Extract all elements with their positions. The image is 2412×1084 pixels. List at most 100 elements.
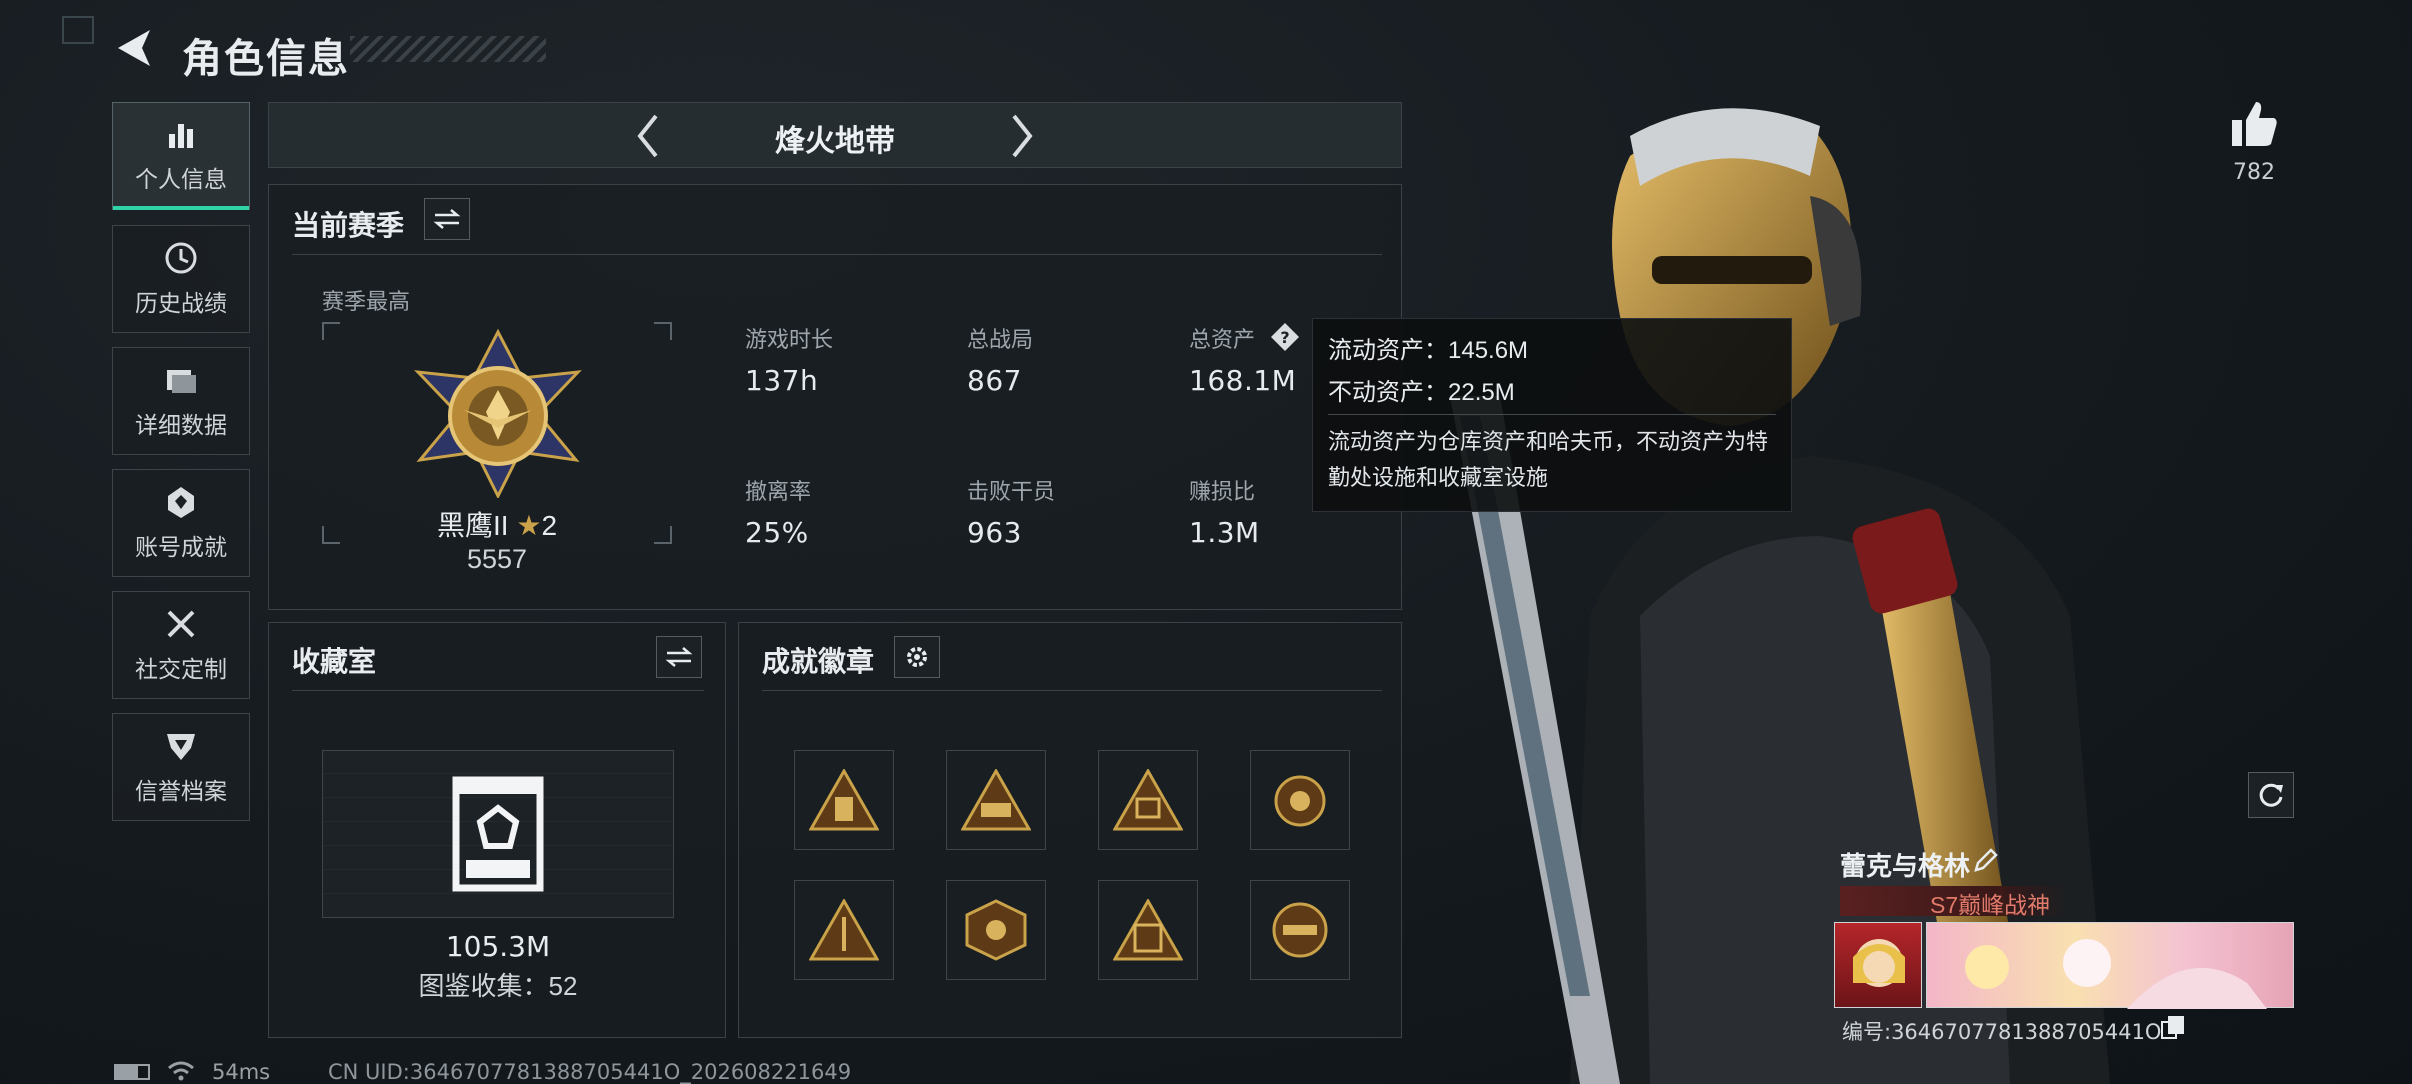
sidebar-item-label: 个人信息 <box>135 166 227 192</box>
badge-icon <box>965 899 1027 961</box>
stat-value-matches: 867 <box>967 364 1022 397</box>
swap-icon <box>665 647 693 667</box>
rank-name: 黑鹰II <box>436 510 509 541</box>
collection-value: 105.3M <box>445 930 551 963</box>
collection-switch-button[interactable] <box>656 636 702 678</box>
achievement-badge[interactable] <box>794 880 894 980</box>
uid-text: CN UID:3646707781388705441O_202608221649 <box>328 1060 852 1084</box>
reputation-icon <box>167 734 195 760</box>
ping-text: 54ms <box>212 1060 271 1084</box>
sidebar-item-label: 详细数据 <box>135 412 227 438</box>
badges-title: 成就徽章 <box>762 646 875 677</box>
season-switch-button[interactable] <box>424 198 470 240</box>
badge-icon <box>1272 902 1328 958</box>
star-icon: ★ <box>516 510 542 541</box>
rank-points: 5557 <box>466 544 528 574</box>
edit-name-button[interactable] <box>1972 846 2000 874</box>
mode-prev-button[interactable] <box>628 108 668 164</box>
bar-chart-icon <box>169 124 193 148</box>
sidebar-item-personal-info[interactable]: 个人信息 <box>112 102 250 210</box>
achievement-badge[interactable] <box>1250 880 1350 980</box>
achievement-badge[interactable] <box>1250 750 1350 850</box>
assets-help-button[interactable]: ? <box>1270 322 1300 352</box>
achievement-badge[interactable] <box>946 750 1046 850</box>
tooltip-divider <box>1328 414 1776 415</box>
badge-icon <box>1274 775 1326 827</box>
sidebar-item-reputation[interactable]: 信誉档案 <box>112 713 250 821</box>
stat-label-profit-ratio: 赚损比 <box>1189 479 1256 504</box>
tooltip-fixed: 不动资产：22.5M <box>1328 379 1515 406</box>
achievement-badge[interactable] <box>1098 880 1198 980</box>
season-title: 当前赛季 <box>292 210 405 241</box>
title-stripes <box>350 36 546 62</box>
corner-marker <box>62 16 94 44</box>
tooltip-description: 流动资产为仓库资产和哈夫币，不动资产为特勤处设施和收藏室设施 <box>1328 429 1769 490</box>
mode-next-button[interactable] <box>1002 108 1042 164</box>
sidebar-item-label: 信誉档案 <box>135 778 227 804</box>
rank-emblem <box>406 328 590 500</box>
help-icon: ? <box>1271 323 1299 351</box>
sidebar-item-label: 社交定制 <box>135 656 227 682</box>
badge-icon <box>809 769 879 831</box>
achievement-badge[interactable] <box>1098 750 1198 850</box>
sidebar-item-detailed-data[interactable]: 详细数据 <box>112 347 250 455</box>
stat-value-kills: 963 <box>967 516 1022 549</box>
sidebar-item-achievements[interactable]: 账号成就 <box>112 469 250 577</box>
sidebar-item-history[interactable]: 历史战绩 <box>112 225 250 333</box>
pencil-icon <box>1974 848 1998 872</box>
player-avatar[interactable] <box>1834 922 1922 1008</box>
badge-icon <box>809 899 879 961</box>
frame-corner <box>654 322 672 340</box>
badge-icon <box>1113 769 1183 831</box>
refresh-button[interactable] <box>2248 772 2294 818</box>
clock-history-icon <box>165 242 197 274</box>
refresh-icon <box>2259 783 2283 807</box>
player-id: 编号:3646707781388705441O <box>1842 1016 2161 1046</box>
folder-icon <box>167 370 196 393</box>
stat-value-extract-rate: 25% <box>745 516 809 549</box>
collection-count: 图鉴收集：52 <box>418 971 578 1001</box>
frame-corner <box>322 322 340 340</box>
like-count: 782 <box>2233 160 2275 185</box>
stat-label-playtime: 游戏时长 <box>745 327 834 352</box>
divider <box>292 254 1382 255</box>
tools-icon <box>167 610 195 638</box>
achievement-badge[interactable] <box>946 880 1046 980</box>
like-button[interactable] <box>2228 98 2280 150</box>
sidebar-item-label: 账号成就 <box>135 534 227 560</box>
copy-icon <box>2161 1016 2184 1039</box>
badges-settings-button[interactable] <box>894 636 940 678</box>
collection-room-icon <box>452 776 544 892</box>
stat-label-extract-rate: 撤离率 <box>745 479 812 504</box>
chevron-left-icon <box>637 114 658 158</box>
mode-label: 烽火地带 <box>775 125 895 158</box>
collection-title: 收藏室 <box>292 646 377 677</box>
stat-label-total-assets: 总资产 <box>1189 327 1256 352</box>
player-id-text: 编号:3646707781388705441O <box>1842 1020 2162 1044</box>
page-title: 角色信息 <box>182 37 350 81</box>
tooltip-liquid: 流动资产：145.6M <box>1328 337 1529 364</box>
achievement-badge[interactable] <box>794 750 894 850</box>
player-banner[interactable] <box>1926 922 2294 1009</box>
stat-label-kills: 击败干员 <box>967 479 1056 504</box>
chevron-right-icon <box>1012 114 1033 158</box>
copy-id-button[interactable] <box>2160 1014 2186 1040</box>
back-arrow-icon <box>118 30 150 66</box>
back-button[interactable] <box>112 24 156 72</box>
stat-label-matches: 总战局 <box>967 327 1034 352</box>
battery-icon <box>114 1064 150 1080</box>
rank-name-row: 黑鹰II ★2 <box>322 504 672 544</box>
stat-value-profit-ratio: 1.3M <box>1189 516 1260 549</box>
season-best-label: 赛季最高 <box>322 289 411 314</box>
thumbs-up-icon <box>2232 102 2277 146</box>
player-title-text: S7巅峰战神 <box>1930 892 2051 918</box>
player-name: 蕾克与格林 <box>1840 851 1971 881</box>
stat-value-total-assets: 168.1M <box>1189 364 1297 397</box>
svg-text:?: ? <box>1280 328 1289 347</box>
achievement-icon <box>168 487 194 518</box>
wifi-icon <box>166 1058 196 1084</box>
divider <box>292 690 704 691</box>
sidebar-item-label: 历史战绩 <box>135 290 227 316</box>
sidebar-item-social[interactable]: 社交定制 <box>112 591 250 699</box>
swap-icon <box>433 209 461 229</box>
